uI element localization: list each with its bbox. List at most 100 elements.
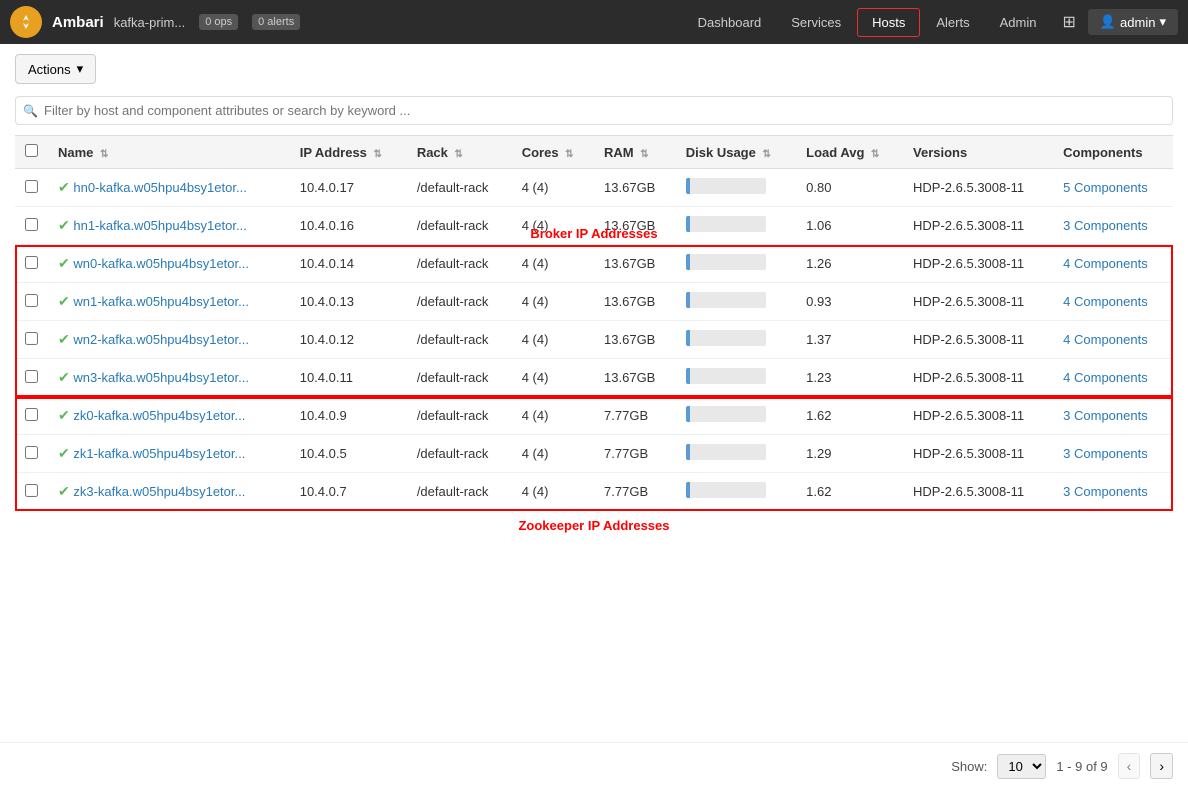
actions-button[interactable]: Actions ▾ — [15, 54, 96, 84]
host-name-link[interactable]: zk3-kafka.w05hpu4bsy1etor... — [73, 484, 245, 499]
host-name-link[interactable]: wn2-kafka.w05hpu4bsy1etor... — [73, 332, 249, 347]
components-link[interactable]: 3 Components — [1063, 446, 1148, 461]
alerts-badge: 0 alerts — [252, 14, 300, 30]
disk-cell — [676, 359, 796, 397]
components-link[interactable]: 3 Components — [1063, 408, 1148, 423]
host-name-cell: ✔ wn1-kafka.w05hpu4bsy1etor... — [48, 283, 290, 321]
ambari-logo — [10, 6, 42, 38]
cores-cell: 4 (4) — [512, 397, 594, 435]
show-select[interactable]: 10 25 50 — [997, 754, 1046, 779]
admin-menu-button[interactable]: 👤 admin ▾ — [1088, 9, 1178, 35]
disk-bar — [686, 254, 766, 270]
load-sort-icon: ⇅ — [871, 149, 879, 160]
disk-column-header[interactable]: Disk Usage ⇅ — [676, 136, 796, 169]
ip-column-header[interactable]: IP Address ⇅ — [290, 136, 407, 169]
components-link[interactable]: 5 Components — [1063, 180, 1148, 195]
select-all-header[interactable] — [15, 136, 48, 169]
status-icon: ✔ — [58, 331, 70, 347]
load-cell: 1.26 — [796, 245, 903, 283]
row-checkbox[interactable] — [25, 294, 38, 307]
row-checkbox-cell — [15, 245, 48, 283]
status-icon: ✔ — [58, 255, 70, 271]
ram-column-header[interactable]: RAM ⇅ — [594, 136, 676, 169]
actions-dropdown-icon: ▾ — [77, 61, 84, 77]
components-link[interactable]: 4 Components — [1063, 256, 1148, 271]
host-name-link[interactable]: zk0-kafka.w05hpu4bsy1etor... — [73, 408, 245, 423]
components-link[interactable]: 3 Components — [1063, 484, 1148, 499]
disk-bar-fill — [686, 482, 690, 498]
row-checkbox[interactable] — [25, 370, 38, 383]
ip-cell: 10.4.0.7 — [290, 473, 407, 511]
ram-cell: 13.67GB — [594, 321, 676, 359]
select-all-checkbox[interactable] — [25, 144, 38, 157]
host-name-cell: ✔ wn3-kafka.w05hpu4bsy1etor... — [48, 359, 290, 397]
components-link[interactable]: 4 Components — [1063, 294, 1148, 309]
host-name-link[interactable]: wn0-kafka.w05hpu4bsy1etor... — [73, 256, 249, 271]
cores-cell: 4 (4) — [512, 245, 594, 283]
row-checkbox[interactable] — [25, 256, 38, 269]
next-page-button[interactable]: › — [1150, 753, 1173, 779]
table-row: ✔ hn0-kafka.w05hpu4bsy1etor... 10.4.0.17… — [15, 169, 1173, 207]
row-checkbox[interactable] — [25, 332, 38, 345]
components-cell: 5 Components — [1053, 169, 1173, 207]
row-checkbox-cell — [15, 359, 48, 397]
rack-column-header[interactable]: Rack ⇅ — [407, 136, 512, 169]
disk-bar-fill — [686, 178, 690, 194]
nav-alerts[interactable]: Alerts — [922, 9, 983, 36]
ops-badge: 0 ops — [199, 14, 238, 30]
name-column-header[interactable]: Name ⇅ — [48, 136, 290, 169]
ram-sort-icon: ⇅ — [640, 149, 648, 160]
host-name-cell: ✔ wn2-kafka.w05hpu4bsy1etor... — [48, 321, 290, 359]
disk-cell — [676, 397, 796, 435]
load-cell: 1.62 — [796, 473, 903, 511]
hosts-table-container: Name ⇅ IP Address ⇅ Rack ⇅ Cores ⇅ RAM ⇅ — [15, 135, 1173, 511]
table-row: ✔ wn3-kafka.w05hpu4bsy1etor... 10.4.0.11… — [15, 359, 1173, 397]
cores-cell: 4 (4) — [512, 169, 594, 207]
host-name-link[interactable]: hn0-kafka.w05hpu4bsy1etor... — [73, 180, 246, 195]
load-cell: 1.23 — [796, 359, 903, 397]
ram-cell: 13.67GB — [594, 283, 676, 321]
prev-page-button[interactable]: ‹ — [1118, 753, 1141, 779]
cluster-name: kafka-prim... — [114, 15, 186, 30]
load-cell: 1.37 — [796, 321, 903, 359]
rack-cell: /default-rack — [407, 473, 512, 511]
disk-bar-fill — [686, 330, 690, 346]
host-name-link[interactable]: wn3-kafka.w05hpu4bsy1etor... — [73, 370, 249, 385]
disk-bar — [686, 406, 766, 422]
zookeeper-label-display: Zookeeper IP Addresses — [15, 515, 1173, 536]
status-icon: ✔ — [58, 407, 70, 423]
nav-admin[interactable]: Admin — [986, 9, 1051, 36]
table-row: ✔ zk3-kafka.w05hpu4bsy1etor... 10.4.0.7 … — [15, 473, 1173, 511]
components-cell: 3 Components — [1053, 473, 1173, 511]
host-name-cell: ✔ hn0-kafka.w05hpu4bsy1etor... — [48, 169, 290, 207]
search-input[interactable] — [15, 96, 1173, 125]
ip-cell: 10.4.0.11 — [290, 359, 407, 397]
apps-grid-icon[interactable]: ⊞ — [1052, 6, 1085, 38]
version-cell: HDP-2.6.5.3008-11 — [903, 283, 1053, 321]
host-name-link[interactable]: wn1-kafka.w05hpu4bsy1etor... — [73, 294, 249, 309]
components-link[interactable]: 4 Components — [1063, 370, 1148, 385]
disk-bar — [686, 178, 766, 194]
row-checkbox[interactable] — [25, 484, 38, 497]
row-checkbox-cell — [15, 321, 48, 359]
cores-column-header[interactable]: Cores ⇅ — [512, 136, 594, 169]
rack-cell: /default-rack — [407, 321, 512, 359]
row-checkbox[interactable] — [25, 180, 38, 193]
disk-bar-fill — [686, 292, 690, 308]
host-name-link[interactable]: zk1-kafka.w05hpu4bsy1etor... — [73, 446, 245, 461]
rack-cell: /default-rack — [407, 397, 512, 435]
row-checkbox[interactable] — [25, 446, 38, 459]
load-cell: 0.93 — [796, 283, 903, 321]
row-checkbox[interactable] — [25, 408, 38, 421]
load-column-header[interactable]: Load Avg ⇅ — [796, 136, 903, 169]
components-link[interactable]: 4 Components — [1063, 332, 1148, 347]
dropdown-arrow-icon: ▾ — [1159, 14, 1166, 30]
nav-services[interactable]: Services — [777, 9, 855, 36]
host-name-cell: ✔ zk1-kafka.w05hpu4bsy1etor... — [48, 435, 290, 473]
ram-cell: 7.77GB — [594, 435, 676, 473]
ip-cell: 10.4.0.17 — [290, 169, 407, 207]
show-label: Show: — [951, 759, 987, 774]
nav-dashboard[interactable]: Dashboard — [684, 9, 776, 36]
nav-hosts[interactable]: Hosts — [857, 8, 920, 37]
disk-bar-fill — [686, 254, 690, 270]
